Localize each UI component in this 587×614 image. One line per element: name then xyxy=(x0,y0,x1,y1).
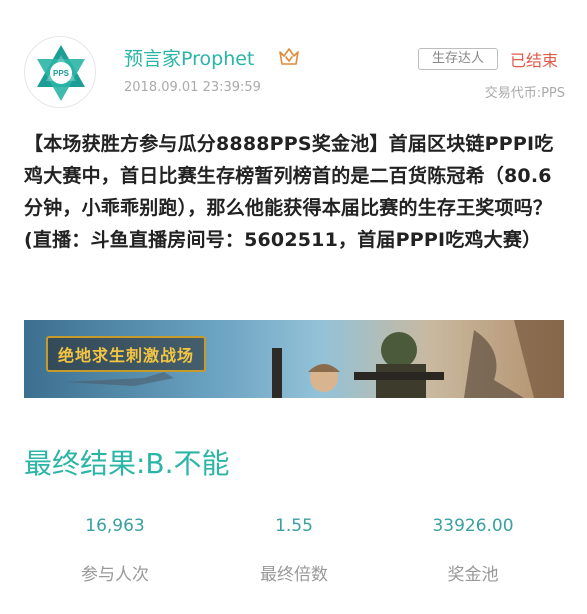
prize-pool-value: 33926.00 xyxy=(432,516,514,536)
post-timestamp: 2018.09.01 23:39:59 xyxy=(124,80,261,95)
participants-value: 16,963 xyxy=(85,516,145,536)
avatar-text: PPS xyxy=(53,69,70,78)
multiplier-value: 1.55 xyxy=(275,516,313,536)
verified-crown-icon xyxy=(279,48,299,65)
prediction-card: PPS 预言家Prophet 2018.09.01 23:39:59 生存达人 … xyxy=(0,0,587,614)
final-result: 最终结果:B.不能 xyxy=(24,447,230,480)
prize-pool-label: 奖金池 xyxy=(447,565,499,585)
status-ended: 已结束 xyxy=(510,51,559,70)
question-text: 【本场获胜方参与瓜分8888PPS奖金池】首届区块链PPPI吃鸡大赛中，首日比赛… xyxy=(24,133,554,251)
survival-tag-badge: 生存达人 xyxy=(418,48,498,70)
game-banner-image[interactable]: 绝地求生刺激战场 xyxy=(24,320,564,398)
banner-title: 绝地求生刺激战场 xyxy=(46,336,207,372)
username[interactable]: 预言家Prophet xyxy=(124,44,254,71)
participants-label: 参与人次 xyxy=(81,565,149,585)
avatar[interactable]: PPS xyxy=(24,36,96,108)
star-logo-icon: PPS xyxy=(37,45,85,101)
trade-currency: 交易代币:PPS xyxy=(484,86,565,101)
multiplier-label: 最终倍数 xyxy=(260,565,328,585)
